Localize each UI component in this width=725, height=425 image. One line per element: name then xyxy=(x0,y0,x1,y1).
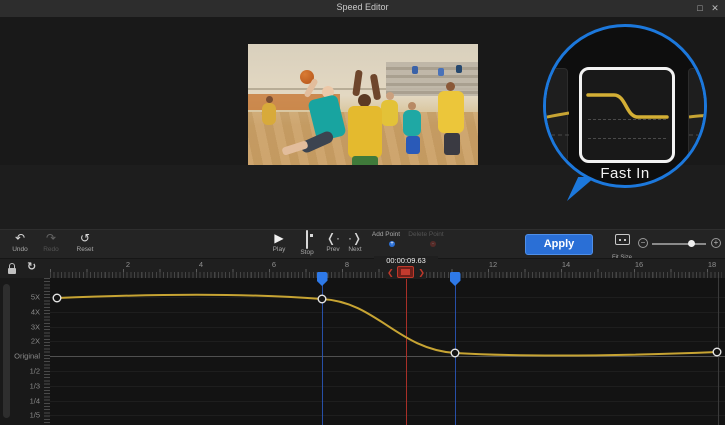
scrub-right-icon[interactable]: ❯ xyxy=(418,267,425,278)
minus-badge: - xyxy=(430,241,436,247)
next-icon: ·❭ xyxy=(340,231,370,246)
zoom-out-icon[interactable]: − xyxy=(638,238,648,248)
gridline xyxy=(588,119,666,120)
fast-in-preset-zoomed xyxy=(579,67,675,163)
gridline xyxy=(588,138,666,139)
close-icon[interactable]: ✕ xyxy=(708,2,722,15)
scale-label-1-2: 1/2 xyxy=(30,367,40,376)
ruler-number: 6 xyxy=(272,260,276,269)
scale-label-4x: 4X xyxy=(31,307,40,316)
scale-label-original: Original xyxy=(14,352,40,361)
player xyxy=(266,96,273,103)
next-button[interactable]: ·❭ Next xyxy=(340,231,370,253)
timeline-ruler[interactable]: ↻ 24681012141618 00:00:09.63 ❮ ❯ xyxy=(0,258,725,278)
undo-icon: ↶ xyxy=(5,231,35,246)
zoom-callout: Fast In xyxy=(543,24,707,188)
player-arm xyxy=(370,74,381,101)
toolbar: ↶ Undo ↷ Redo ↺ Reset ▶ Play Stop ❬· Pre… xyxy=(0,229,725,258)
reset-button[interactable]: ↺ Reset xyxy=(70,231,100,253)
player xyxy=(408,102,416,110)
scale-label-1-5: 1/5 xyxy=(30,411,40,420)
preview-panel: Fast In xyxy=(0,17,725,165)
video-preview xyxy=(248,44,478,180)
bleachers xyxy=(386,62,478,96)
lock-body xyxy=(8,268,16,274)
spectator xyxy=(456,65,462,73)
add-point-button[interactable]: + Add Point xyxy=(368,231,404,238)
callout-label: Fast In xyxy=(546,165,704,182)
preset-fragment-left xyxy=(543,68,568,162)
player xyxy=(381,100,398,126)
plus-badge: + xyxy=(389,241,395,247)
fit-size-icon xyxy=(615,234,630,245)
preset-fragment-right xyxy=(688,68,707,162)
ruler-number: 18 xyxy=(708,260,716,269)
player xyxy=(446,82,455,91)
play-icon: ▶ xyxy=(264,231,294,246)
scale-label-5x: 5X xyxy=(31,293,40,302)
speed-scale-column: 5X 4X 3X 2X Original 1/2 1/3 1/4 1/5 xyxy=(0,278,50,425)
ruler-number: 4 xyxy=(199,260,203,269)
apply-button[interactable]: Apply xyxy=(525,234,593,255)
player xyxy=(406,136,420,154)
delete-point-button[interactable]: - Delete Point xyxy=(404,231,448,238)
ruler-number: 14 xyxy=(562,260,570,269)
window-title: Speed Editor xyxy=(0,2,725,12)
stop-icon xyxy=(306,230,308,249)
redo-icon: ↷ xyxy=(36,231,66,246)
scrub-handle[interactable] xyxy=(397,266,414,278)
scale-label-3x: 3X xyxy=(31,322,40,331)
player xyxy=(403,110,421,136)
ruler-number: 12 xyxy=(489,260,497,269)
ruler-number: 2 xyxy=(126,260,130,269)
title-bar: Speed Editor □ ✕ xyxy=(0,0,725,17)
ruler-number: 8 xyxy=(345,260,349,269)
scale-label-1-4: 1/4 xyxy=(30,396,40,405)
spectator xyxy=(438,68,444,76)
playhead-timestamp: 00:00:09.63 xyxy=(374,256,438,266)
refresh-icon[interactable]: ↻ xyxy=(27,260,36,273)
scrub-left-icon[interactable]: ❮ xyxy=(387,267,394,278)
ruler-number: 16 xyxy=(635,260,643,269)
player xyxy=(262,103,276,125)
zoom-slider-track[interactable] xyxy=(652,243,706,245)
redo-button[interactable]: ↷ Redo xyxy=(36,231,66,253)
maximize-icon[interactable]: □ xyxy=(693,2,707,15)
vertical-scrollbar[interactable] xyxy=(3,284,10,418)
player-arm xyxy=(352,70,363,97)
undo-button[interactable]: ↶ Undo xyxy=(5,231,35,253)
player xyxy=(438,91,464,133)
speed-curve[interactable] xyxy=(50,278,725,425)
reset-icon: ↺ xyxy=(70,231,100,246)
scale-label-1-3: 1/3 xyxy=(30,381,40,390)
speed-curve-graph[interactable]: 5X 4X 3X 2X Original 1/2 1/3 1/4 1/5 xyxy=(0,278,725,425)
zoom-in-icon[interactable]: + xyxy=(711,238,721,248)
play-button[interactable]: ▶ Play xyxy=(264,231,294,253)
zoom-slider-handle[interactable] xyxy=(688,240,695,247)
player xyxy=(386,92,394,100)
scale-label-2x: 2X xyxy=(31,337,40,346)
speed-editor-window: Speed Editor □ ✕ xyxy=(0,0,725,425)
player-jersey-yellow xyxy=(348,106,382,158)
lock-icon[interactable] xyxy=(8,263,16,274)
spectator xyxy=(412,66,418,74)
player xyxy=(444,133,460,155)
